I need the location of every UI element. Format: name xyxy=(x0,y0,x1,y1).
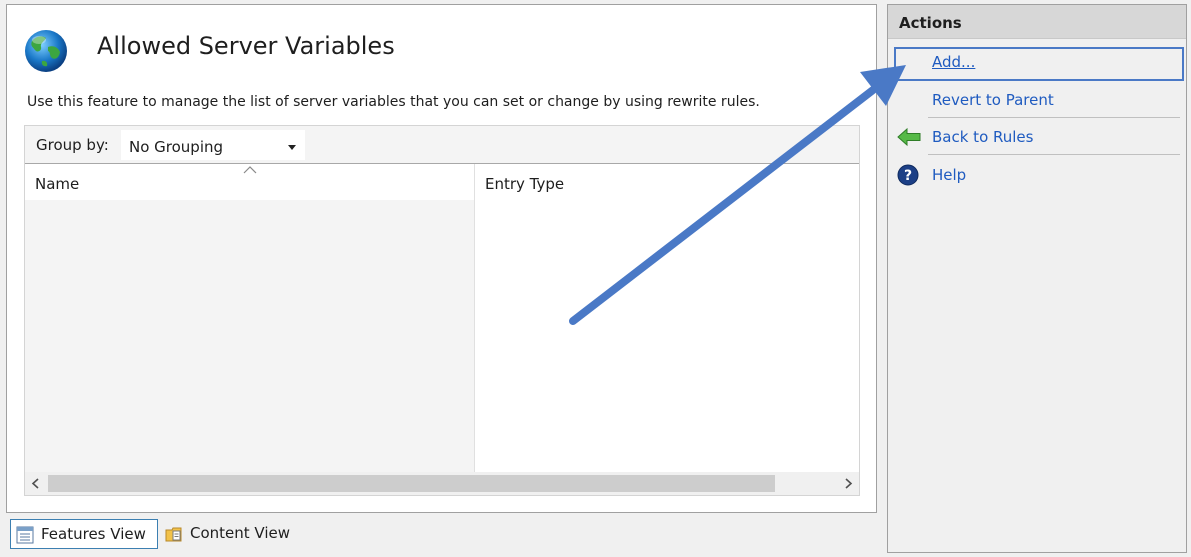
server-variables-list: Group by: No Grouping Name Entry Type xyxy=(24,125,860,496)
actions-header: Actions xyxy=(888,5,1186,39)
actions-pane: Actions Add... Revert to Parent Back to … xyxy=(887,4,1187,553)
group-by-label: Group by: xyxy=(36,136,109,154)
divider xyxy=(928,117,1180,118)
divider xyxy=(928,154,1180,155)
features-view-icon xyxy=(16,526,34,544)
column-header-entry-type[interactable]: Entry Type xyxy=(475,164,859,200)
feature-panel: Allowed Server Variables Use this featur… xyxy=(6,4,877,513)
actions-title: Actions xyxy=(899,14,962,32)
svg-text:?: ? xyxy=(904,168,912,184)
content-view-icon xyxy=(165,527,182,542)
column-header-label: Name xyxy=(35,175,80,193)
tab-label: Content View xyxy=(190,524,291,542)
tab-features-view[interactable]: Features View xyxy=(10,519,158,549)
column-header-label: Entry Type xyxy=(485,175,565,193)
group-by-dropdown[interactable]: No Grouping xyxy=(121,130,305,160)
help-icon: ? xyxy=(897,164,919,186)
tab-label: Features View xyxy=(41,525,146,543)
globe-icon xyxy=(25,30,67,72)
group-by-toolbar: Group by: No Grouping xyxy=(25,126,859,164)
tab-content-view[interactable]: Content View xyxy=(160,519,310,549)
scroll-right-icon[interactable] xyxy=(837,472,859,495)
scrollbar-thumb[interactable] xyxy=(48,475,775,492)
add-button[interactable]: Add... xyxy=(932,53,975,71)
group-by-value: No Grouping xyxy=(129,138,224,156)
feature-description: Use this feature to manage the list of s… xyxy=(27,94,760,110)
list-body-name-column xyxy=(25,200,474,472)
help-button[interactable]: Help xyxy=(932,166,966,184)
revert-to-parent-button[interactable]: Revert to Parent xyxy=(932,91,1054,109)
chevron-down-icon xyxy=(288,145,296,150)
scroll-left-icon[interactable] xyxy=(25,472,47,495)
green-back-arrow-icon xyxy=(897,127,921,147)
back-to-rules-button[interactable]: Back to Rules xyxy=(932,128,1033,146)
horizontal-scrollbar[interactable] xyxy=(25,472,859,495)
column-header-name[interactable]: Name xyxy=(25,164,475,200)
page-title: Allowed Server Variables xyxy=(97,32,395,60)
sort-ascending-icon xyxy=(243,166,257,174)
list-body-entry-type-column xyxy=(475,200,859,472)
